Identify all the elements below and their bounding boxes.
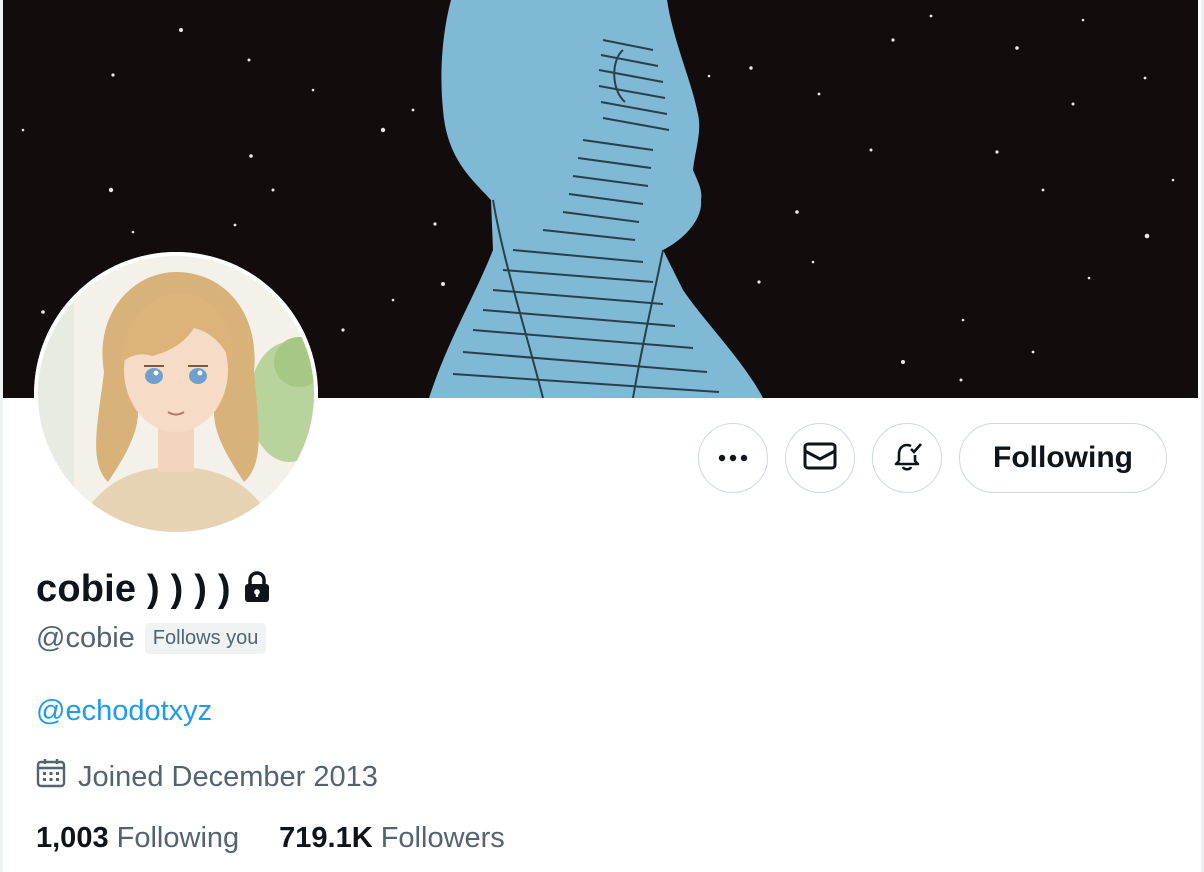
lock-icon	[243, 571, 271, 608]
display-name: cobie ) ) ) )	[36, 568, 231, 610]
follow-stats: 1,003 Following 719.1K Followers	[36, 822, 505, 855]
followers-count: 719.1K	[279, 822, 373, 854]
profile-actions: Following	[698, 423, 1167, 493]
following-button[interactable]: Following	[959, 423, 1167, 493]
handle: @cobie	[36, 622, 135, 654]
calendar-icon	[36, 758, 66, 796]
handle-row: @cobie Follows you	[36, 622, 267, 655]
more-button[interactable]	[698, 423, 769, 493]
bio-mention-link[interactable]: @echodotxyz	[36, 695, 212, 728]
more-dots-icon	[718, 449, 748, 467]
following-count: 1,003	[36, 822, 109, 854]
follows-you-badge: Follows you	[144, 623, 267, 654]
following-button-label: Following	[993, 441, 1133, 474]
message-button[interactable]	[785, 423, 856, 493]
followers-stat-label: Followers	[380, 822, 505, 854]
display-name-row: cobie ) ) ) )	[36, 568, 271, 611]
envelope-icon	[803, 441, 837, 476]
joined-label: Joined December 2013	[78, 760, 378, 793]
joined-date: Joined December 2013	[36, 758, 378, 796]
avatar[interactable]	[34, 252, 318, 536]
followers-stat[interactable]: 719.1K Followers	[279, 822, 505, 855]
bell-check-icon	[890, 439, 924, 478]
following-stat-label: Following	[116, 822, 240, 854]
following-stat[interactable]: 1,003 Following	[36, 822, 239, 855]
notifications-button[interactable]	[872, 423, 943, 493]
